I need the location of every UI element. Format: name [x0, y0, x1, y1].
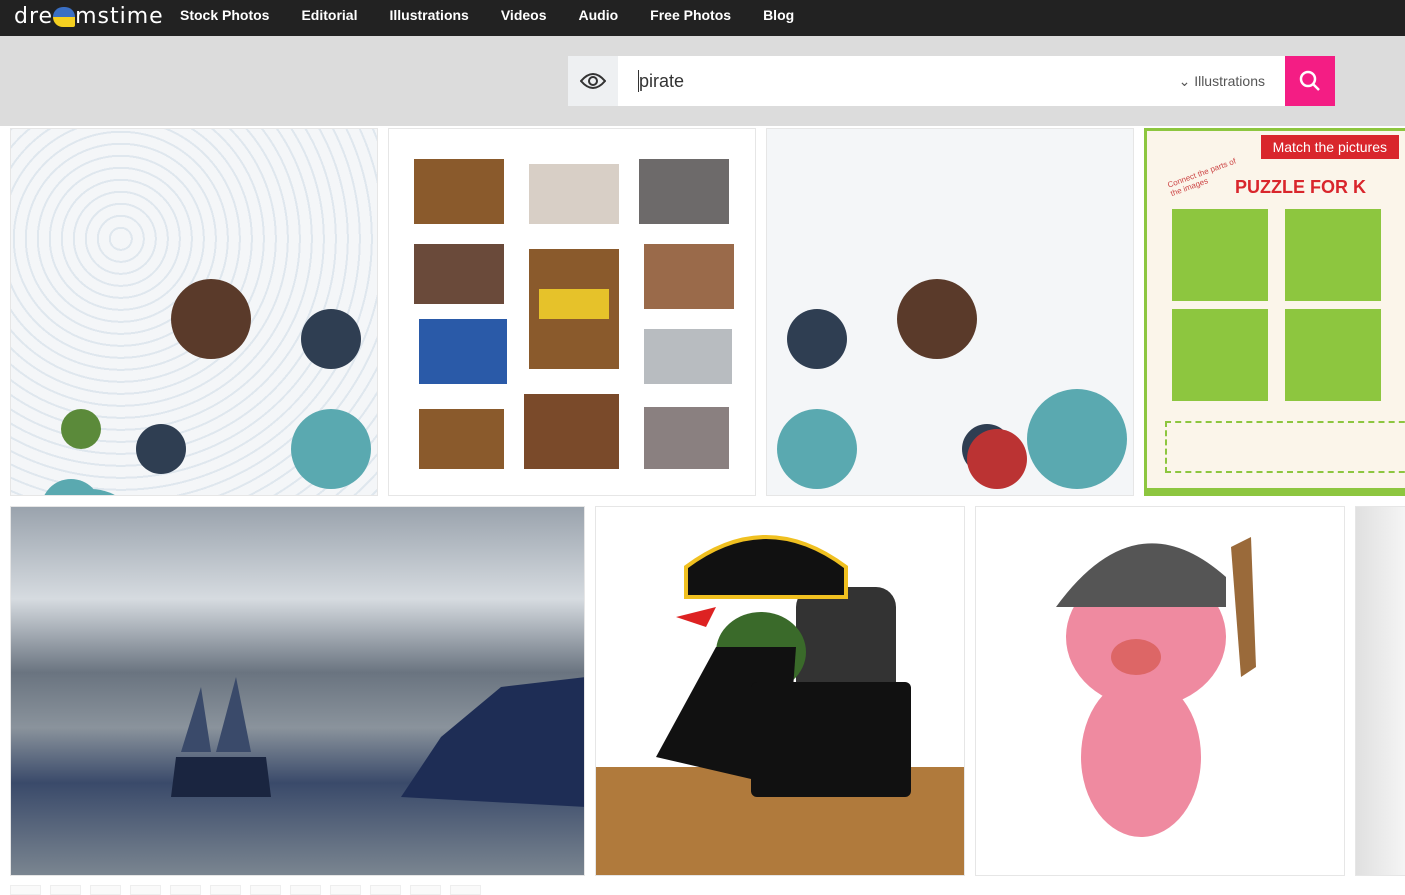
puzzle-banner: Match the pictures — [1260, 135, 1399, 159]
result-pirate-doodles[interactable] — [10, 128, 378, 496]
heart-icon — [53, 7, 76, 27]
category-label: Illustrations — [1194, 73, 1265, 89]
result-pirate-ship[interactable] — [10, 506, 585, 876]
top-bar: dre mstime Stock Photos Editorial Illustr… — [0, 0, 1405, 36]
nav-editorial[interactable]: Editorial — [301, 0, 357, 36]
nav-illustrations[interactable]: Illustrations — [389, 0, 468, 36]
nav-stock-photos[interactable]: Stock Photos — [180, 0, 269, 36]
nav-blog[interactable]: Blog — [763, 0, 794, 36]
result-partial[interactable] — [1355, 506, 1405, 876]
search-bar: pirate ⌄ Illustrations — [568, 56, 1335, 106]
search-icon — [1299, 70, 1320, 91]
chevron-down-icon: ⌄ — [1178, 73, 1195, 89]
search-button[interactable] — [1285, 56, 1335, 106]
nav-videos[interactable]: Videos — [501, 0, 547, 36]
nav-audio[interactable]: Audio — [579, 0, 619, 36]
pagination-strip — [10, 885, 481, 895]
category-select[interactable]: ⌄ Illustrations — [1179, 56, 1285, 106]
search-input[interactable]: pirate — [638, 70, 1179, 92]
nav-free-photos[interactable]: Free Photos — [650, 0, 731, 36]
puzzle-title: PUZZLE FOR K — [1235, 177, 1366, 197]
result-octopus-pirate[interactable] — [595, 506, 965, 876]
eye-icon[interactable] — [568, 56, 618, 106]
result-treasure-chests[interactable] — [388, 128, 756, 496]
logo[interactable]: dre mstime — [14, 4, 164, 29]
result-pig-pirate[interactable] — [975, 506, 1345, 876]
result-puzzle[interactable]: Match the pictures Connect the parts of … — [1144, 128, 1405, 496]
main-nav: Stock Photos Editorial Illustrations Vid… — [180, 0, 826, 36]
result-pirate-doodles-2[interactable] — [766, 128, 1134, 496]
